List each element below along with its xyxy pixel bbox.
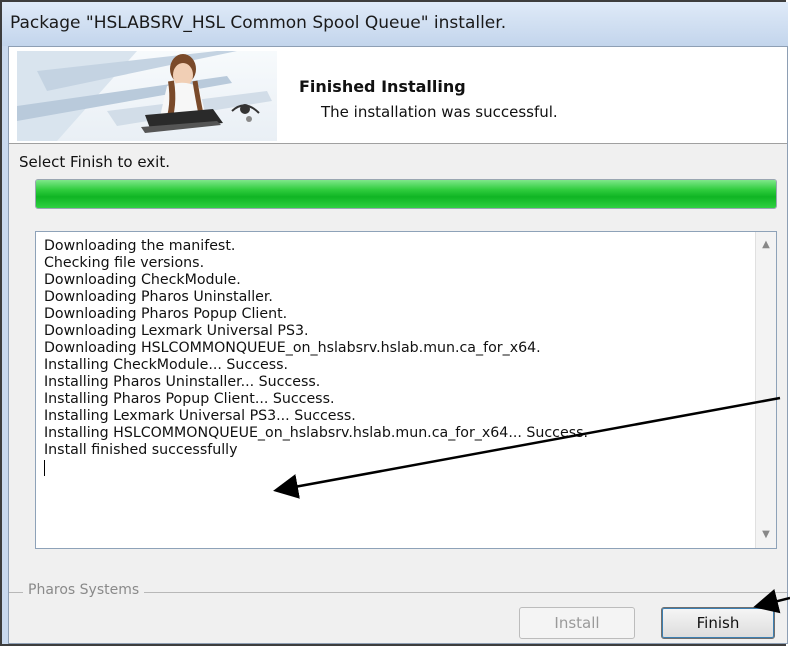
text-caret <box>44 460 45 476</box>
log-line: Install finished successfully <box>44 442 238 458</box>
log-line: Downloading the manifest. <box>44 238 236 254</box>
title-bar[interactable]: Package "HSLABSRV_HSL Common Spool Queue… <box>2 2 788 46</box>
log-line: Downloading HSLCOMMONQUEUE_on_hslabsrv.h… <box>44 340 541 356</box>
log-line: Checking file versions. <box>44 255 205 271</box>
install-log[interactable]: Downloading the manifest. Checking file v… <box>35 231 777 549</box>
window-title: Package "HSLABSRV_HSL Common Spool Queue… <box>10 13 507 33</box>
log-lines: Downloading the manifest. Checking file v… <box>44 238 744 476</box>
log-line: Installing CheckModule... Success. <box>44 357 289 373</box>
log-line: Downloading Pharos Popup Client. <box>44 306 288 322</box>
progress-fill <box>36 180 776 208</box>
vendor-label: Pharos Systems <box>23 582 145 598</box>
log-line: Installing Pharos Popup Client... Succes… <box>44 391 335 407</box>
scroll-down-icon[interactable]: ▼ <box>761 530 771 540</box>
woman-at-laptop-banner <box>17 51 272 141</box>
log-line: Downloading Lexmark Universal PS3. <box>44 323 309 339</box>
log-scrollbar[interactable]: ▲ ▼ <box>755 232 776 548</box>
banner-image <box>17 51 277 141</box>
log-line: Installing Lexmark Universal PS3... Succ… <box>44 408 356 424</box>
header-panel: Finished Installing The installation was… <box>9 47 787 144</box>
installer-window: Package "HSLABSRV_HSL Common Spool Queue… <box>0 0 788 646</box>
instruction-text: Select Finish to exit. <box>19 153 170 171</box>
header-subtitle: The installation was successful. <box>321 103 558 121</box>
header-title: Finished Installing <box>299 77 466 96</box>
dialog-body: Finished Installing The installation was… <box>8 46 788 644</box>
log-line: Installing HSLCOMMONQUEUE_on_hslabsrv.hs… <box>44 425 588 441</box>
finish-button[interactable]: Finish <box>661 607 775 639</box>
log-line: Downloading CheckModule. <box>44 272 241 288</box>
log-line: Downloading Pharos Uninstaller. <box>44 289 273 305</box>
progress-bar <box>35 179 777 209</box>
log-line: Installing Pharos Uninstaller... Success… <box>44 374 321 390</box>
install-button[interactable]: Install <box>519 607 635 639</box>
scroll-up-icon[interactable]: ▲ <box>761 240 771 250</box>
